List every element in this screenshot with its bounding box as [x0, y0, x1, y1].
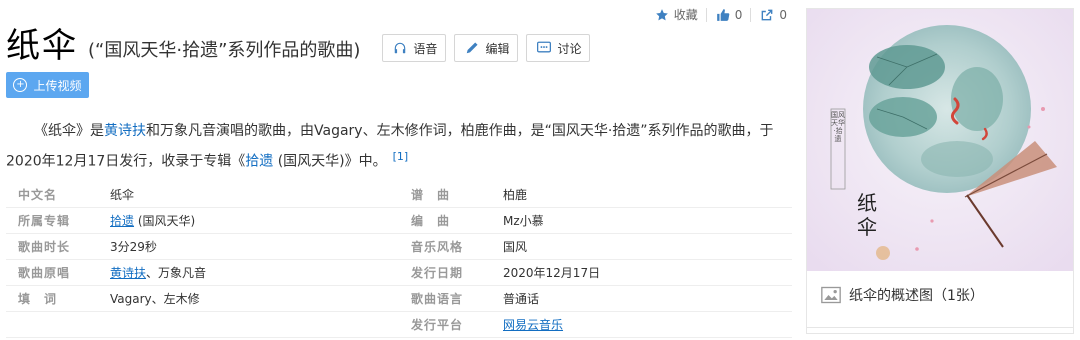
share-button[interactable]: 0 — [751, 7, 795, 23]
info-label: 填 词 — [18, 292, 58, 306]
album-cover-art — [807, 9, 1073, 271]
info-row: 发行平台 网易云音乐 — [6, 312, 792, 338]
artist-link[interactable]: 黄诗扶 — [104, 123, 146, 139]
album-link[interactable]: 拾遗 — [110, 214, 134, 228]
info-row: 中文名 纸伞 谱 曲 柏鹿 — [6, 182, 792, 208]
info-cell: 发行日期 2020年12月17日 — [399, 264, 792, 281]
page-title: 纸伞 — [6, 26, 78, 66]
info-value: 纸伞 — [110, 188, 135, 202]
info-cell: 发行平台 网易云音乐 — [399, 316, 792, 333]
info-label: 中文名 — [18, 188, 58, 202]
info-cell: 填 词 Vagary、左木修 — [6, 290, 399, 307]
voice-button[interactable]: 语音 — [382, 34, 447, 62]
info-row: 所属专辑 拾遗 (国风天华) 编 曲 Mz小慕 — [6, 208, 792, 234]
summary-image-card: 国风天华·拾遗 纸 伞 纸伞的概述图（1张） — [806, 8, 1074, 334]
info-label: 编 曲 — [411, 214, 451, 228]
album-cover-image[interactable]: 国风天华·拾遗 纸 伞 — [807, 9, 1073, 271]
headphones-icon — [391, 39, 409, 57]
discuss-label: 讨论 — [557, 41, 582, 56]
info-value: 柏鹿 — [503, 188, 528, 202]
info-value: 拾遗 (国风天华) — [110, 212, 195, 229]
upload-video-button[interactable]: + 上传视频 — [6, 72, 89, 98]
info-label: 谱 曲 — [411, 188, 451, 202]
info-row: 填 词 Vagary、左木修 歌曲语言 普通话 — [6, 286, 792, 312]
info-cell: 所属专辑 拾遗 (国风天华) — [6, 212, 399, 229]
pencil-icon — [463, 39, 481, 57]
edit-button[interactable]: 编辑 — [454, 34, 519, 62]
info-cell: 编 曲 Mz小慕 — [399, 212, 792, 229]
caption-text: 纸伞的概述图（1张） — [849, 288, 984, 304]
voice-label: 语音 — [413, 41, 438, 56]
summary-text: 《纸伞》是 — [34, 123, 104, 139]
gallery-icon — [821, 286, 841, 304]
album-suffix: (国风天华) — [134, 214, 196, 228]
action-buttons: 语音 编辑 讨论 — [382, 34, 598, 62]
album-link[interactable]: 拾遗 — [245, 154, 273, 170]
header: 纸伞 (“国风天华·拾遗”系列作品的歌曲) 语音 编辑 讨论 — [6, 26, 598, 66]
info-cell: 歌曲时长 3分29秒 — [6, 238, 399, 255]
info-row: 歌曲时长 3分29秒 音乐风格 国风 — [6, 234, 792, 260]
info-label: 音乐风格 — [411, 240, 464, 254]
favorite-label: 收藏 — [673, 8, 698, 22]
reference-link[interactable]: [1] — [393, 150, 409, 163]
singer-suffix: 、万象凡音 — [146, 266, 207, 280]
info-value: 国风 — [503, 240, 528, 254]
info-row: 歌曲原唱 黄诗扶、万象凡音 发行日期 2020年12月17日 — [6, 260, 792, 286]
basic-info-table: 中文名 纸伞 谱 曲 柏鹿 所属专辑 拾遗 (国风天华) 编 曲 Mz小慕 歌曲… — [6, 182, 792, 338]
info-value: Mz小慕 — [503, 214, 544, 228]
info-label: 发行日期 — [411, 266, 464, 280]
like-button[interactable]: 0 — [707, 7, 751, 23]
favorite-button[interactable]: 收藏 — [646, 6, 706, 23]
plus-circle-icon: + — [13, 78, 28, 92]
like-count: 0 — [734, 7, 743, 22]
edit-label: 编辑 — [485, 41, 510, 56]
info-cell: 歌曲原唱 黄诗扶、万象凡音 — [6, 264, 399, 281]
info-label: 发行平台 — [411, 318, 464, 332]
summary-text: (国风天华)》中。 — [273, 153, 387, 170]
info-label: 歌曲时长 — [18, 240, 71, 254]
platform-link[interactable]: 网易云音乐 — [503, 318, 563, 332]
page-subtitle: (“国风天华·拾遗”系列作品的歌曲) — [88, 40, 361, 61]
info-value: Vagary、左木修 — [110, 292, 200, 306]
info-label: 歌曲语言 — [411, 292, 464, 306]
info-value: 3分29秒 — [110, 240, 157, 254]
info-value: 2020年12月17日 — [503, 266, 601, 280]
share-icon — [759, 7, 775, 23]
info-value: 网易云音乐 — [503, 316, 563, 333]
info-cell: 谱 曲 柏鹿 — [399, 186, 792, 203]
summary-paragraph: 《纸伞》是黄诗扶和万象凡音演唱的歌曲，由Vagary、左木修作词，柏鹿作曲，是“… — [6, 118, 792, 175]
upload-label: 上传视频 — [33, 78, 82, 93]
info-label: 歌曲原唱 — [18, 266, 71, 280]
star-icon — [654, 7, 670, 23]
divider — [807, 327, 1073, 328]
cover-stamp-text: 国风天华·拾遗 — [831, 111, 845, 143]
artist-link[interactable]: 黄诗扶 — [110, 266, 146, 280]
info-cell: 歌曲语言 普通话 — [399, 290, 792, 307]
chat-icon — [535, 39, 553, 57]
cover-title: 纸 伞 — [857, 191, 877, 239]
stats-bar: 收藏 0 0 — [646, 6, 795, 23]
info-cell: 中文名 纸伞 — [6, 186, 399, 203]
share-count: 0 — [779, 7, 787, 22]
info-label: 所属专辑 — [18, 214, 71, 228]
info-value: 普通话 — [503, 292, 540, 306]
image-caption[interactable]: 纸伞的概述图（1张） — [807, 273, 1073, 317]
info-value: 黄诗扶、万象凡音 — [110, 264, 206, 281]
thumbs-up-icon — [715, 7, 731, 23]
info-cell: 音乐风格 国风 — [399, 238, 792, 255]
discuss-button[interactable]: 讨论 — [526, 34, 591, 62]
